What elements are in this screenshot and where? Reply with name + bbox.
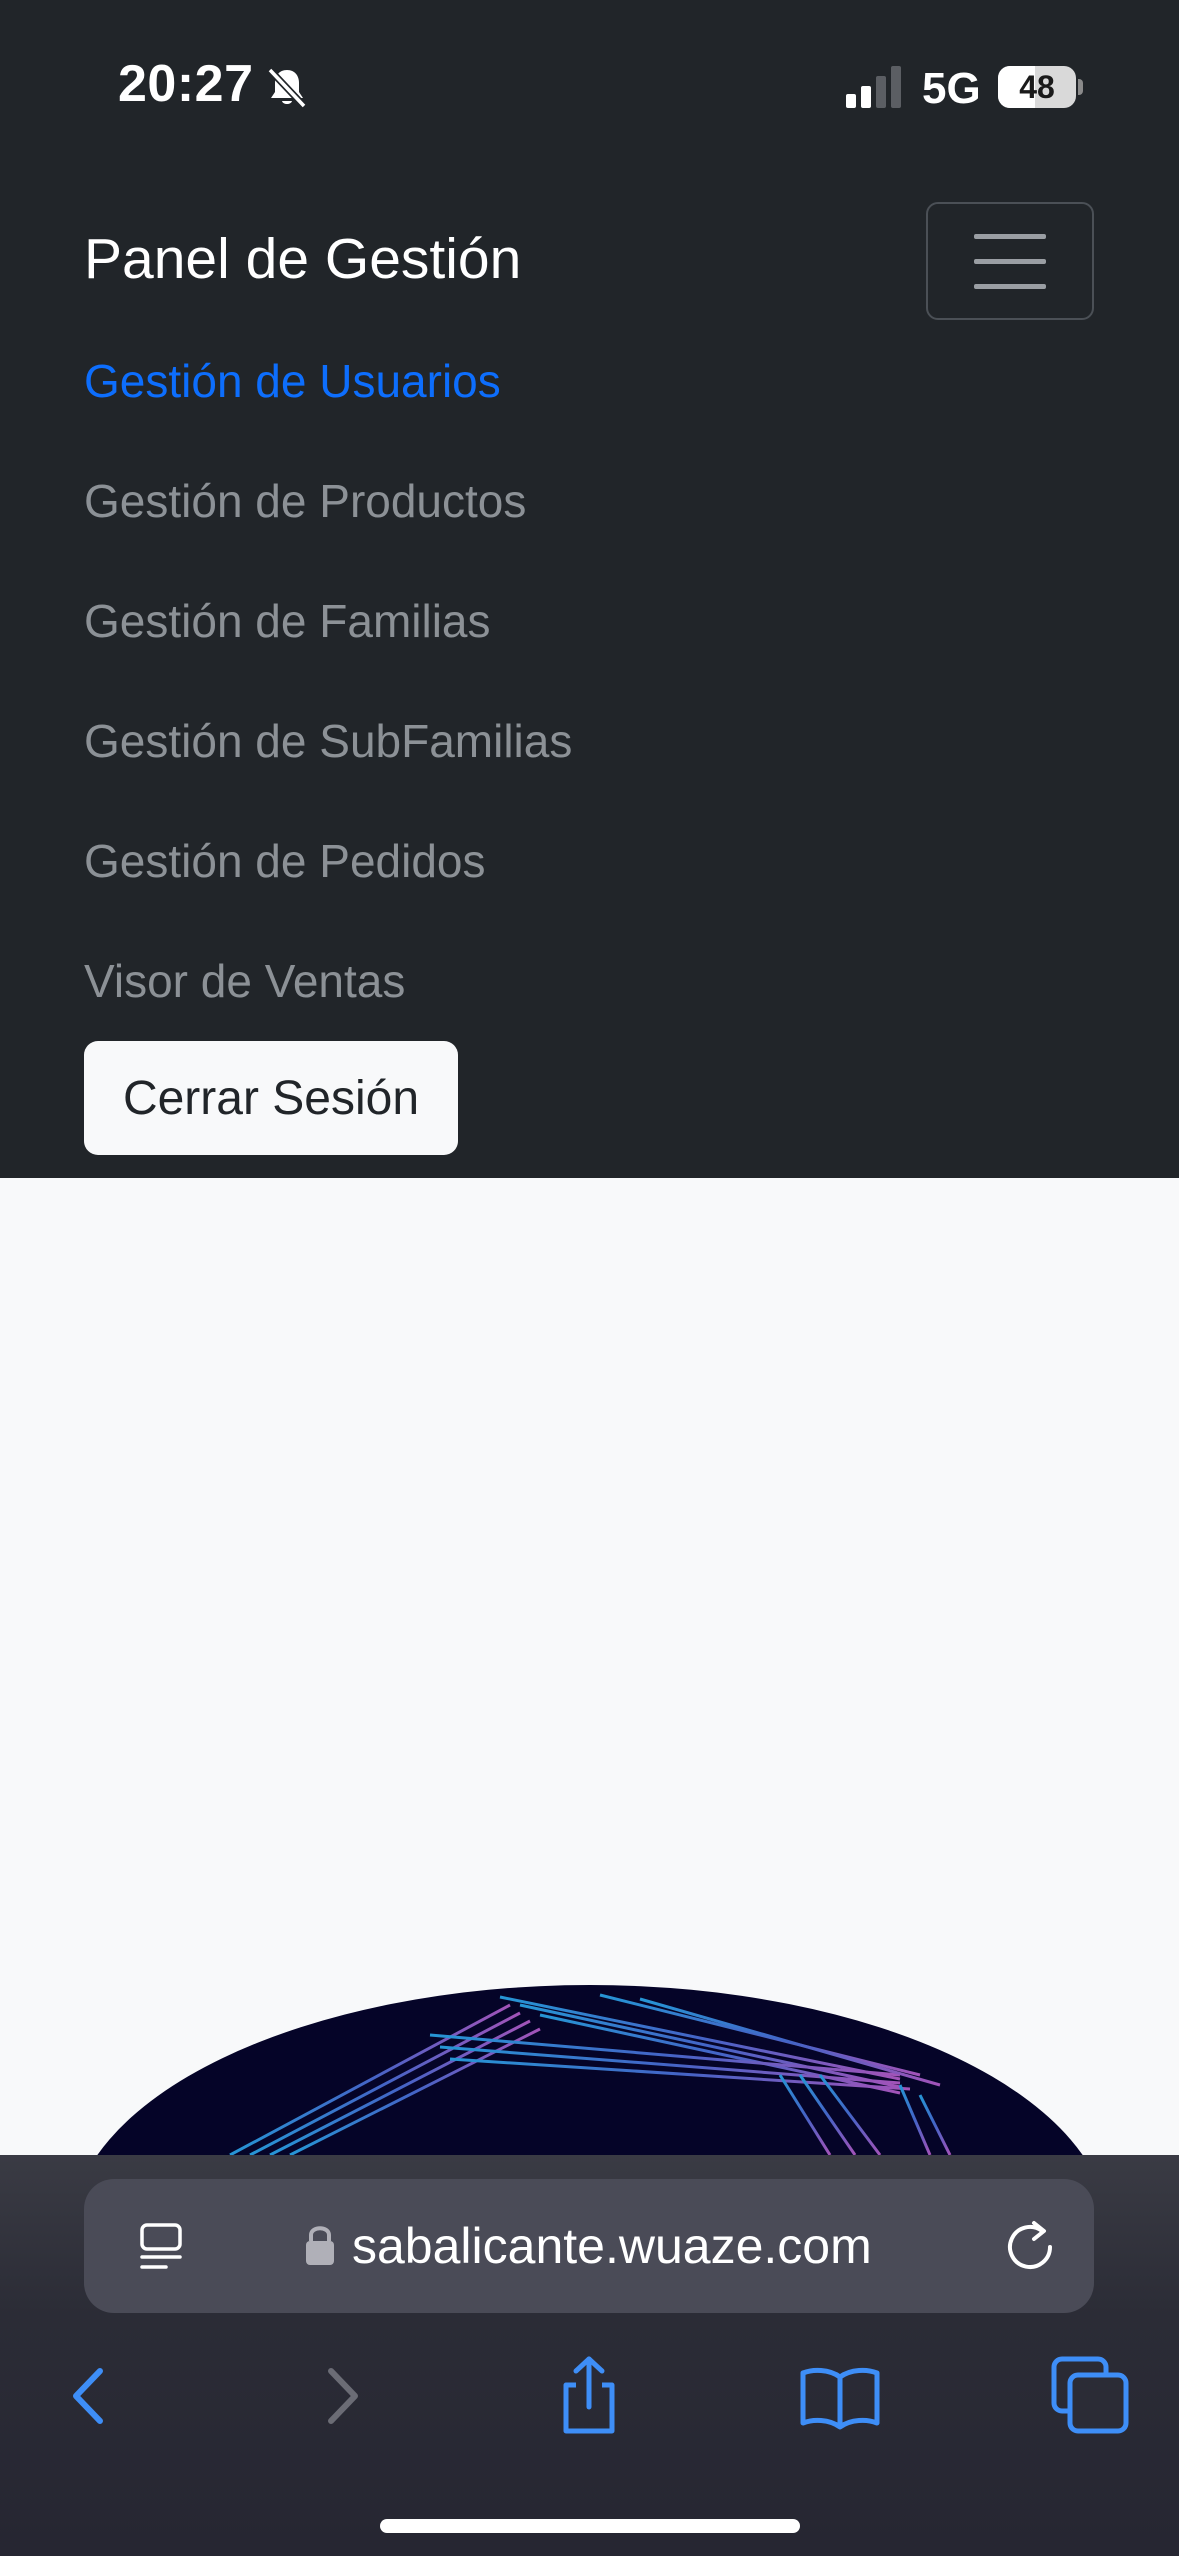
tabs-icon[interactable] [1046,2351,1136,2441]
logout-button[interactable]: Cerrar Sesión [84,1041,458,1155]
battery-cap [1078,79,1083,95]
navbar-brand[interactable]: Panel de Gestión [84,226,521,292]
network-type: 5G [922,64,981,113]
battery-percentage: 48 [1019,68,1055,105]
bookmarks-icon[interactable] [795,2351,885,2441]
address-bar[interactable]: sabalicante.wuaze.com [84,2179,1094,2313]
nav-link-visor-ventas[interactable]: Visor de Ventas [84,954,784,1008]
nav-link-pedidos[interactable]: Gestión de Pedidos [84,834,784,888]
page-menu-icon[interactable] [134,2219,190,2275]
status-time: 20:27 [118,55,254,113]
lock-icon [306,2226,334,2265]
url-text[interactable]: sabalicante.wuaze.com [352,2217,872,2275]
bell-off-icon [267,67,307,109]
back-arrow-icon[interactable] [44,2351,134,2441]
forward-arrow-icon[interactable] [297,2351,387,2441]
navbar: 20:27 5G 48 Panel de Gestión Gestión de … [0,0,1179,1178]
nav-link-productos[interactable]: Gestión de Productos [84,474,784,528]
nav-link-usuarios[interactable]: Gestión de Usuarios [84,354,784,408]
reload-icon[interactable] [1002,2217,1060,2275]
nav-link-familias[interactable]: Gestión de Familias [84,594,784,648]
hamburger-menu-icon [974,234,1046,289]
navbar-toggler-button[interactable] [926,202,1094,320]
hero-graphic [97,1985,1083,2155]
browser-toolbar: sabalicante.wuaze.com [0,2155,1179,2556]
share-icon[interactable] [544,2351,634,2441]
cellular-signal-icon [846,66,901,108]
home-indicator [380,2519,800,2533]
battery-icon: 48 [998,66,1076,108]
nav-link-subfamilias[interactable]: Gestión de SubFamilias [84,714,784,768]
